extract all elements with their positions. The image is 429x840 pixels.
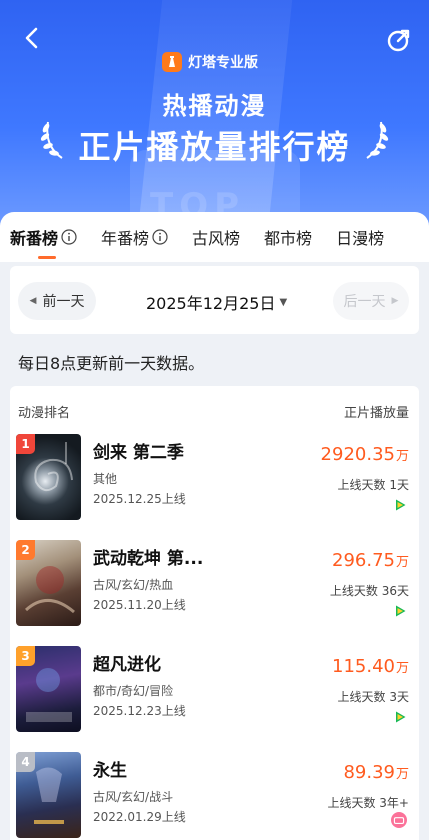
days-online: 上线天数 36天 [329, 584, 409, 598]
release-date: 2025.12.23上线 [93, 704, 186, 718]
tab-urban[interactable]: 都市榜 [264, 225, 312, 249]
header-banner: TOP 灯塔专业版 热播动漫 正片播放量排行榜 [0, 0, 429, 232]
play-count: 115.40 万 [332, 656, 409, 677]
play-count: 89.39 万 [343, 762, 409, 783]
anime-title: 剑来 第二季 [93, 443, 184, 463]
tab-japanese[interactable]: 日漫榜 [336, 225, 384, 249]
caret-right-icon: ▶ [391, 296, 399, 306]
play-count: 2920.35 万 [320, 444, 409, 465]
category-tabs: 新番榜 年番榜 古风榜 都市榜 日漫榜 [0, 212, 429, 262]
date-label: 2025年12月25日 [146, 294, 276, 313]
tencent-video-icon [396, 499, 406, 511]
caret-down-icon: ▼ [279, 296, 288, 308]
next-day-label: 后一天 [343, 294, 386, 310]
tab-new[interactable]: 新番榜 [10, 225, 77, 259]
column-header-rank: 动漫排名 [18, 406, 71, 421]
days-online: 上线天数 1天 [337, 478, 409, 492]
info-icon[interactable] [152, 229, 168, 245]
anime-title: 武动乾坤 第... [93, 549, 204, 569]
tab-ancient[interactable]: 古风榜 [192, 225, 240, 249]
prev-day-button[interactable]: ◀ 前一天 [18, 282, 96, 320]
days-online: 上线天数 3天 [337, 690, 409, 704]
anime-title: 超凡进化 [93, 655, 161, 675]
tencent-video-icon [396, 711, 406, 723]
rank-badge: 4 [16, 752, 35, 772]
anime-genre: 古风/玄幻/热血 [93, 578, 174, 592]
back-icon[interactable] [18, 24, 46, 52]
tab-label: 年番榜 [101, 229, 150, 248]
poster-image: 2 [16, 540, 81, 626]
rank-badge: 2 [16, 540, 35, 560]
rank-badge: 3 [16, 646, 35, 666]
poster-image: 3 [16, 646, 81, 732]
release-date: 2022.01.29上线 [93, 810, 186, 824]
tab-annual[interactable]: 年番榜 [101, 225, 168, 249]
poster-image: 4 [16, 752, 81, 838]
prev-day-label: 前一天 [42, 294, 85, 310]
release-date: 2025.11.20上线 [93, 598, 186, 612]
tab-label: 都市榜 [264, 229, 313, 248]
update-notice: 每日8点更新前一天数据。 [18, 354, 205, 373]
laurel-right-icon [366, 121, 389, 159]
tab-label: 古风榜 [192, 229, 241, 248]
anime-genre: 其他 [93, 472, 118, 486]
bilibili-icon [391, 812, 407, 828]
date-selector-card: ◀ 前一天 2025年12月25日 ▼ 后一天 ▶ [10, 266, 419, 334]
rank-badge: 1 [16, 434, 35, 454]
lighthouse-logo-icon [162, 52, 182, 72]
share-icon[interactable] [385, 26, 413, 54]
laurel-left-icon [40, 121, 63, 159]
brand: 灯塔专业版 [162, 52, 258, 72]
caret-left-icon: ◀ [29, 296, 37, 306]
brand-name: 灯塔专业版 [188, 55, 258, 71]
list-item[interactable]: 4 永生 古风/玄幻/战斗 2022.01.29上线 89.39 万 上线天数 … [10, 752, 419, 840]
tab-label: 日漫榜 [336, 229, 385, 248]
info-icon[interactable] [61, 229, 77, 245]
anime-title: 永生 [93, 761, 127, 781]
ranking-list: 动漫排名 正片播放量 1 剑来 第二季 其他 2025.12.25上线 2920… [10, 386, 419, 840]
tab-label: 新番榜 [10, 229, 59, 248]
date-dropdown[interactable]: 2025年12月25日 ▼ [146, 290, 287, 314]
column-header-plays: 正片播放量 [343, 406, 409, 421]
anime-genre: 都市/奇幻/冒险 [93, 684, 174, 698]
anime-genre: 古风/玄幻/战斗 [93, 790, 174, 804]
release-date: 2025.12.25上线 [93, 492, 186, 506]
list-item[interactable]: 1 剑来 第二季 其他 2025.12.25上线 2920.35 万 上线天数 … [10, 434, 419, 534]
list-item[interactable]: 2 武动乾坤 第... 古风/玄幻/热血 2025.11.20上线 296.75… [10, 540, 419, 640]
play-count: 296.75 万 [332, 550, 409, 571]
list-item[interactable]: 3 超凡进化 都市/奇幻/冒险 2025.12.23上线 115.40 万 上线… [10, 646, 419, 746]
poster-image: 1 [16, 434, 81, 520]
days-online: 上线天数 3年+ [327, 796, 409, 810]
tencent-video-icon [396, 605, 406, 617]
next-day-button[interactable]: 后一天 ▶ [333, 282, 409, 320]
